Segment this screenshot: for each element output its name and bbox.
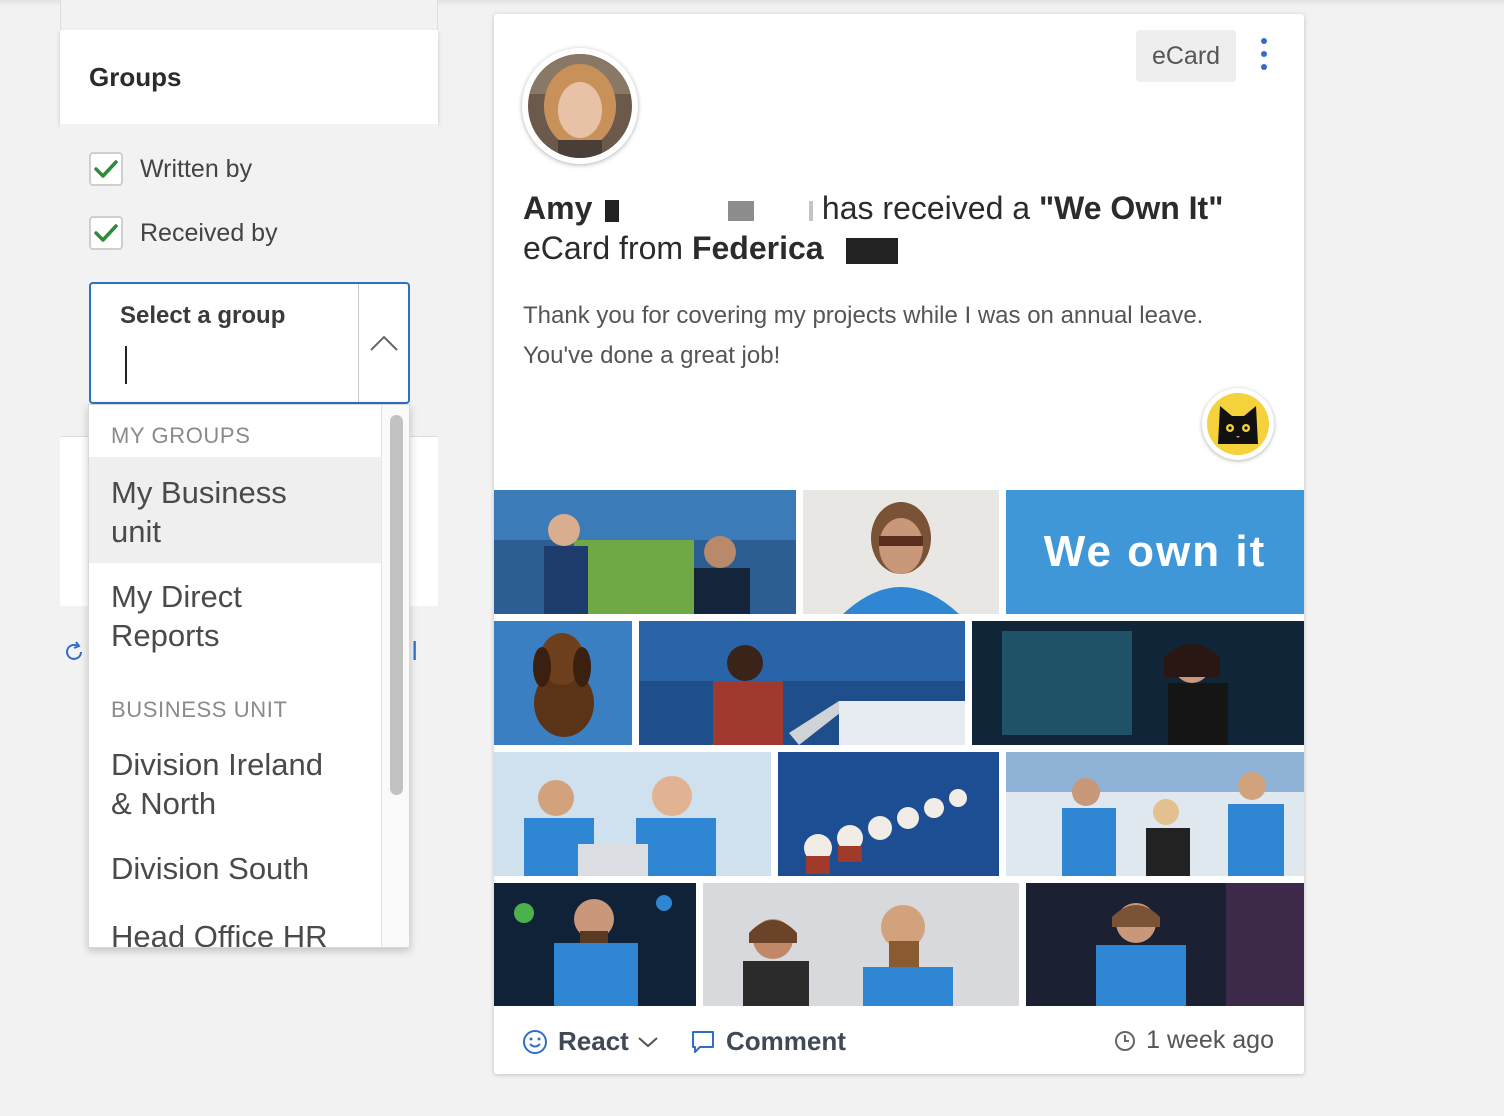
comment-icon xyxy=(692,1030,714,1053)
redaction xyxy=(846,237,899,264)
we-own-it-banner: We own it xyxy=(1006,490,1304,614)
dropdown-option-my-direct-reports[interactable]: My Direct Reports xyxy=(89,563,381,667)
option-text: Division Ireland xyxy=(111,747,323,782)
check-icon xyxy=(94,224,118,242)
group-select-label: Select a group xyxy=(120,302,286,329)
message-line: You've done a great job! xyxy=(523,342,781,369)
option-text: Division South xyxy=(111,851,310,886)
dropdown-option-division-ireland-north[interactable]: Division Ireland & North xyxy=(89,735,381,829)
photo-woman-working xyxy=(1026,883,1304,1006)
message-line: Thank you for covering my projects while… xyxy=(523,302,1204,329)
clock-icon xyxy=(1115,1030,1136,1051)
written-by-label: Written by xyxy=(140,154,253,183)
ecard-badge: eCard xyxy=(1136,30,1236,82)
photo-table-discussion xyxy=(703,883,1019,1006)
written-by-checkbox-row[interactable]: Written by xyxy=(89,152,252,186)
post-message: Thank you for covering my projects while… xyxy=(523,296,1283,376)
cat-icon xyxy=(1202,388,1274,460)
photo-woman-laptop xyxy=(639,621,965,745)
banner-text: We own it xyxy=(1043,527,1267,576)
groups-title: Groups xyxy=(89,61,182,92)
dropdown-scrollbar-thumb[interactable] xyxy=(390,415,403,795)
photo-two-men-laptop xyxy=(494,752,771,876)
timestamp-text: 1 week ago xyxy=(1146,1026,1274,1054)
panel-top-section xyxy=(60,0,438,30)
avatar[interactable] xyxy=(522,48,638,164)
option-text: & North xyxy=(111,786,217,821)
chevron-up-icon xyxy=(369,335,398,351)
dropdown-scrollbar[interactable] xyxy=(381,405,409,947)
photo-event-team xyxy=(1006,752,1304,876)
option-text: Head Office HR xyxy=(111,919,328,948)
react-label: React xyxy=(558,1026,629,1056)
photo-bearded-man xyxy=(494,883,696,1006)
recipient-name[interactable]: Amy xyxy=(523,190,592,226)
option-text: Reports xyxy=(111,618,220,653)
photo-fist-bump xyxy=(494,490,796,614)
redaction xyxy=(728,200,755,221)
text-caret xyxy=(125,346,127,384)
avatar-photo xyxy=(528,54,632,158)
option-text: My Direct xyxy=(111,579,242,614)
sender-name[interactable]: Federica xyxy=(692,230,824,266)
refresh-icon[interactable] xyxy=(62,640,86,664)
received-by-checkbox[interactable] xyxy=(89,216,123,250)
received-by-label: Received by xyxy=(140,218,278,247)
business-unit-header: BUSINESS UNIT xyxy=(111,697,288,722)
photo-dachshund xyxy=(494,621,632,745)
my-groups-header: MY GROUPS xyxy=(111,423,251,448)
groups-panel-header: Groups xyxy=(60,30,438,124)
ecard-post: eCard Amy has received a "We Own It" eCa… xyxy=(494,14,1304,1074)
ecard-name: "We Own It" xyxy=(1038,190,1224,226)
group-select-toggle[interactable] xyxy=(358,284,408,402)
ecard-image-collage[interactable]: We own it xyxy=(494,490,1304,1006)
groups-panel-body: Written by Received by Select a group xyxy=(60,124,438,438)
comment-button[interactable]: Comment xyxy=(690,1026,846,1057)
post-timestamp: 1 week ago xyxy=(1114,1026,1274,1055)
option-text: unit xyxy=(111,514,161,549)
post-footer: React Comment 1 week ago xyxy=(494,1014,1304,1070)
dropdown-option-my-business-unit[interactable]: My Business unit xyxy=(89,457,381,563)
smile-icon xyxy=(523,1029,547,1054)
received-text: has received a xyxy=(821,190,1031,226)
redaction xyxy=(605,199,620,222)
dropdown-option-head-office-hr[interactable]: Head Office HR xyxy=(89,905,381,948)
check-icon xyxy=(94,160,118,178)
option-text: My Business xyxy=(111,475,287,510)
chevron-down-icon xyxy=(638,1036,658,1047)
group-select[interactable]: Select a group xyxy=(89,282,410,404)
group-select-input[interactable]: Select a group xyxy=(91,284,358,402)
received-by-checkbox-row[interactable]: Received by xyxy=(89,216,278,250)
photo-cupcakes xyxy=(778,752,999,876)
post-headline: Amy has received a "We Own It" eCard fro… xyxy=(523,188,1283,268)
group-dropdown-list[interactable]: MY GROUPS My Business unit My Direct Rep… xyxy=(88,404,410,948)
written-by-checkbox[interactable] xyxy=(89,152,123,186)
photo-woman-sunglasses xyxy=(803,490,999,614)
more-vertical-icon[interactable] xyxy=(1254,38,1274,78)
comment-label: Comment xyxy=(726,1026,846,1056)
redaction xyxy=(809,200,814,221)
from-text: eCard from xyxy=(523,230,684,266)
react-button[interactable]: React xyxy=(522,1026,659,1057)
photo-speaker xyxy=(972,621,1304,745)
dropdown-option-division-south[interactable]: Division South xyxy=(89,835,381,899)
